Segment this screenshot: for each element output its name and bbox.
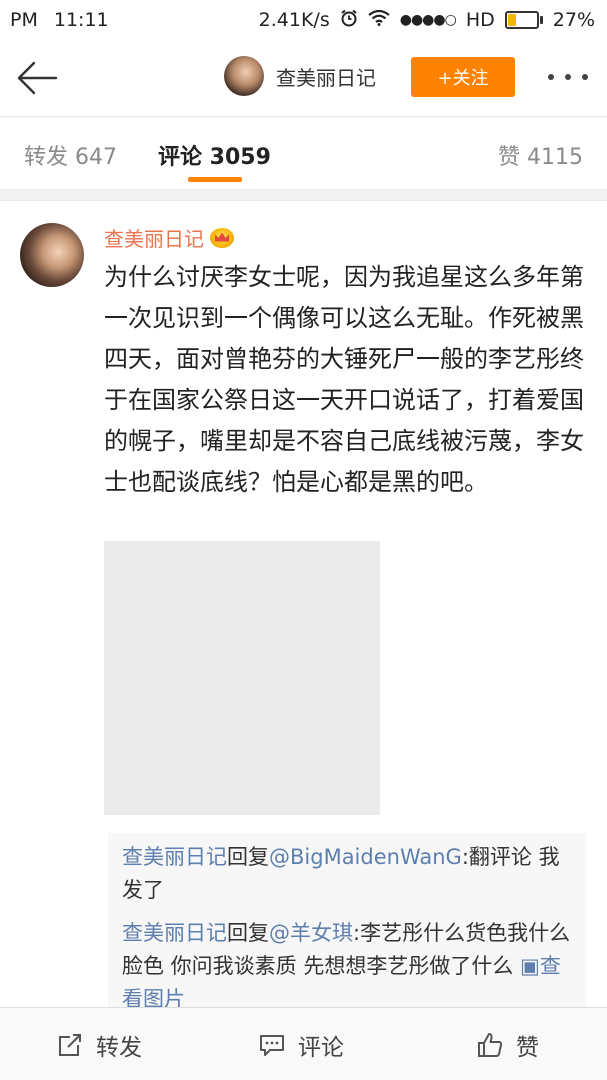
alarm-icon bbox=[340, 9, 358, 32]
battery-percent: 27% bbox=[552, 9, 595, 31]
follow-button[interactable]: +关注 bbox=[411, 57, 515, 97]
back-arrow-icon bbox=[17, 61, 58, 95]
bottom-toolbar: 转发 评论 赞 bbox=[0, 1007, 607, 1080]
comment-image[interactable] bbox=[104, 541, 380, 815]
like-icon bbox=[478, 1032, 503, 1057]
reply-mention[interactable]: @BigMaidenWanG bbox=[269, 845, 462, 869]
network-speed: 2.41K/s bbox=[258, 9, 330, 31]
reply-item: 查美丽日记回复@BigMaidenWanG:翻评论 我发了 bbox=[122, 841, 572, 907]
network-type: HD bbox=[465, 9, 495, 31]
status-time: 11:11 bbox=[53, 9, 109, 31]
section-separator bbox=[0, 189, 607, 201]
comment-author-name: 查美丽日记 bbox=[104, 227, 204, 251]
nav-profile[interactable]: 查美丽日记 bbox=[224, 56, 376, 96]
nav-bar: 查美丽日记 +关注 bbox=[0, 40, 607, 116]
repost-label: 转发 bbox=[96, 1034, 142, 1061]
battery-icon bbox=[504, 11, 543, 29]
comment-author[interactable]: 查美丽日记 bbox=[104, 223, 234, 252]
crown-badge-icon bbox=[210, 227, 234, 248]
tab-comment[interactable]: 评论 3059 bbox=[158, 139, 271, 171]
wifi-icon bbox=[368, 9, 390, 31]
avatar[interactable] bbox=[224, 56, 264, 96]
nav-title: 查美丽日记 bbox=[276, 65, 376, 90]
back-button[interactable] bbox=[16, 58, 60, 98]
comment-text: 为什么讨厌李女士呢，因为我追星这么多年第一次见识到一个偶像可以这么无耻。作死被黑… bbox=[104, 263, 584, 496]
active-tab-indicator bbox=[188, 177, 242, 182]
comment-icon bbox=[260, 1034, 284, 1056]
reply-user[interactable]: 查美丽日记 bbox=[122, 845, 227, 869]
reply-mention[interactable]: @羊女琪 bbox=[269, 921, 353, 945]
tab-bar: 转发 647 评论 3059 赞 4115 bbox=[0, 117, 607, 189]
image-link-icon: ▣ bbox=[520, 954, 540, 978]
status-period: PM bbox=[10, 9, 38, 31]
repost-icon bbox=[59, 1033, 81, 1056]
repost-button[interactable]: 转发 bbox=[56, 1008, 142, 1080]
reply-user[interactable]: 查美丽日记 bbox=[122, 921, 227, 945]
like-button[interactable]: 赞 bbox=[476, 1008, 539, 1080]
tab-like[interactable]: 赞 4115 bbox=[498, 139, 583, 171]
signal-icon: ●●●●○ bbox=[399, 12, 457, 28]
weibo-comment-page: PM 11:11 2.41K/s ●●●●○ HD 27% 查美丽日记 +关注 … bbox=[0, 0, 607, 1080]
reply-item: 查美丽日记回复@羊女琪:李艺彤什么货色我什么脸色 你问我谈素质 先想想李艺彤做了… bbox=[122, 917, 572, 1013]
more-icon[interactable] bbox=[548, 66, 588, 88]
reply-list[interactable]: 查美丽日记回复@BigMaidenWanG:翻评论 我发了 查美丽日记回复@羊女… bbox=[108, 833, 586, 1013]
comment-label: 评论 bbox=[298, 1034, 344, 1061]
reply-verb: 回复 bbox=[227, 921, 269, 945]
reply-verb: 回复 bbox=[227, 845, 269, 869]
like-label: 赞 bbox=[516, 1034, 539, 1061]
avatar[interactable] bbox=[20, 223, 84, 287]
status-bar: PM 11:11 2.41K/s ●●●●○ HD 27% bbox=[0, 0, 607, 40]
comment-button[interactable]: 评论 bbox=[258, 1008, 344, 1080]
tab-repost[interactable]: 转发 647 bbox=[24, 139, 117, 171]
